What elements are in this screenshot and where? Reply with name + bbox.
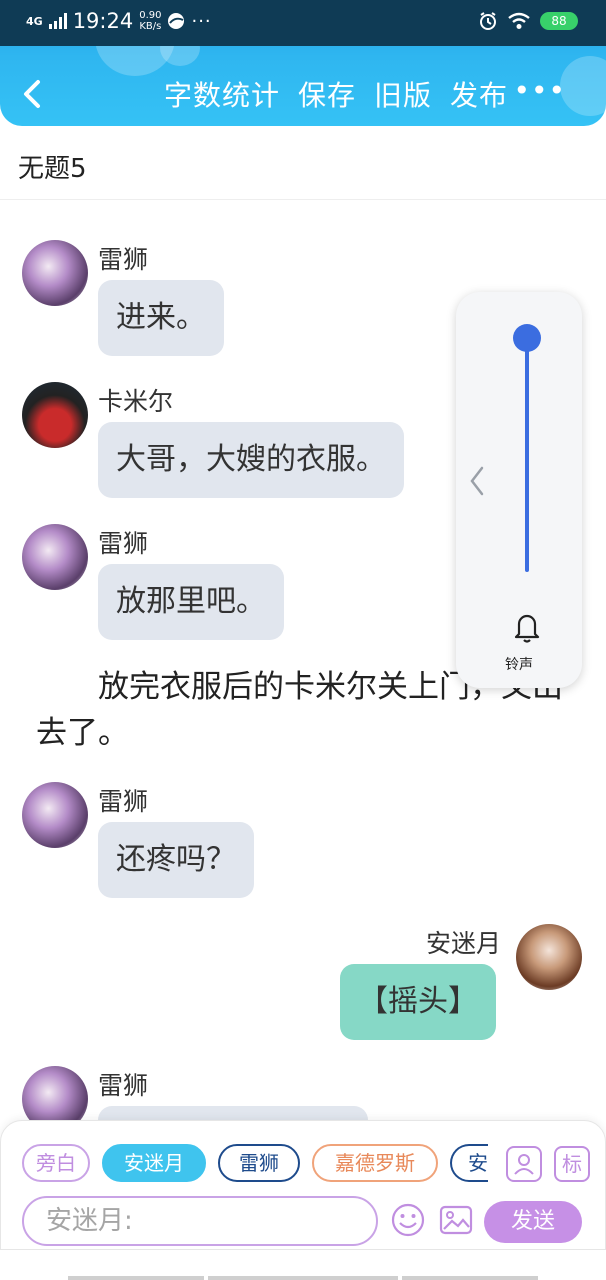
title-bar bbox=[0, 126, 606, 200]
send-button[interactable]: 发送 bbox=[484, 1201, 582, 1243]
avatar[interactable] bbox=[22, 382, 88, 448]
speaker-name: 雷狮 bbox=[98, 529, 149, 558]
network-speed: 0.90 KB/s bbox=[139, 10, 162, 32]
role-chip-narrator[interactable]: 旁白 bbox=[22, 1144, 90, 1182]
header-actions: 字数统计 保存 旧版 发布 bbox=[164, 74, 508, 114]
avatar[interactable] bbox=[22, 782, 88, 848]
more-notifications-icon: ··· bbox=[191, 10, 212, 32]
bell-icon[interactable] bbox=[511, 610, 543, 644]
speaker-name: 雷狮 bbox=[98, 787, 149, 816]
network-indicator: 4G bbox=[26, 14, 43, 28]
app-header: 4G 19:24 0.90 KB/s ··· 88 字数统计 保存 旧版 发布 … bbox=[0, 0, 606, 126]
message-bubble[interactable]: 大哥，大嫂的衣服。 bbox=[98, 422, 404, 498]
emoji-icon[interactable] bbox=[390, 1202, 426, 1238]
avatar[interactable] bbox=[22, 240, 88, 306]
volume-panel: 铃声 bbox=[456, 292, 582, 688]
document-title[interactable]: 无题5 bbox=[18, 148, 87, 185]
signal-icon bbox=[48, 13, 67, 29]
role-chip-selected[interactable]: 安迷月 bbox=[102, 1144, 206, 1182]
save-button[interactable]: 保存 bbox=[298, 74, 356, 114]
decor-bubble bbox=[560, 56, 606, 116]
tag-icon[interactable]: 标 bbox=[554, 1146, 590, 1182]
publish-button[interactable]: 发布 bbox=[450, 74, 508, 114]
speaker-name: 雷狮 bbox=[98, 1071, 149, 1100]
character-icon[interactable] bbox=[506, 1146, 542, 1182]
ringtone-label: 铃声 bbox=[505, 657, 533, 673]
clock: 19:24 bbox=[72, 9, 134, 33]
nav-bar-segment bbox=[68, 1276, 204, 1280]
more-options-icon[interactable]: ••• bbox=[513, 77, 566, 105]
avatar[interactable] bbox=[22, 524, 88, 590]
speaker-name: 安迷月 bbox=[426, 929, 502, 958]
app-notification-icon bbox=[168, 13, 185, 29]
speaker-name: 卡米尔 bbox=[98, 387, 174, 416]
alarm-icon bbox=[480, 12, 496, 30]
back-arrow-icon[interactable] bbox=[18, 76, 50, 112]
old-version-button[interactable]: 旧版 bbox=[374, 74, 432, 114]
volume-slider-thumb[interactable] bbox=[513, 324, 541, 352]
battery-indicator: 88 bbox=[540, 12, 578, 30]
nav-bar-segment bbox=[402, 1276, 538, 1280]
avatar[interactable] bbox=[516, 924, 582, 990]
volume-slider-track[interactable] bbox=[525, 332, 529, 572]
message-input[interactable]: 安迷月: bbox=[22, 1196, 378, 1246]
person-card-icon bbox=[514, 1154, 534, 1175]
message-bubble[interactable]: 【摇头】 bbox=[340, 964, 496, 1040]
status-bar: 4G 19:24 0.90 KB/s ··· 88 bbox=[0, 0, 606, 46]
message-bubble[interactable]: 进来。 bbox=[98, 280, 224, 356]
message-bubble[interactable]: 还疼吗？ bbox=[98, 822, 254, 898]
image-icon[interactable] bbox=[438, 1202, 474, 1238]
role-chip-partial[interactable]: 安 bbox=[450, 1144, 488, 1182]
wifi-icon bbox=[508, 12, 530, 29]
chevron-left-icon[interactable] bbox=[466, 464, 488, 498]
nav-bar-segment bbox=[208, 1276, 398, 1280]
word-count-button[interactable]: 字数统计 bbox=[164, 74, 280, 114]
role-chip[interactable]: 嘉德罗斯 bbox=[312, 1144, 438, 1182]
message-bubble[interactable]: 放那里吧。 bbox=[98, 564, 284, 640]
role-chip[interactable]: 雷狮 bbox=[218, 1144, 300, 1182]
speaker-name: 雷狮 bbox=[98, 245, 149, 274]
